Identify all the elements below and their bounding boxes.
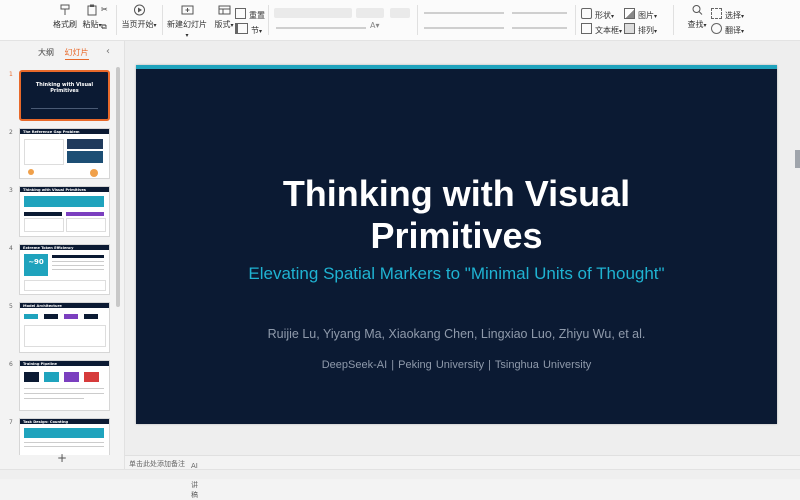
play-icon	[133, 4, 145, 16]
slide-accent-bar	[136, 65, 777, 69]
new-slide-button[interactable]: 新建幻灯片▾	[166, 0, 208, 39]
layout-icon	[218, 5, 230, 15]
tab-slides[interactable]: 幻灯片	[64, 47, 89, 60]
search-icon	[692, 5, 702, 15]
find-button[interactable]: 查找▾	[680, 0, 714, 30]
paragraph-list-buttons[interactable]	[424, 12, 504, 14]
slide-thumbnail-row[interactable]: 2 The Reference Gap Problem	[0, 128, 116, 179]
copy-icon[interactable]: ⧉	[101, 22, 107, 32]
slide-thumbnail-row[interactable]: 3 Thinking with Visual Primitives	[0, 186, 116, 237]
translate-icon	[711, 23, 722, 34]
slide-thumbnail-2[interactable]: The Reference Gap Problem	[19, 128, 110, 179]
slide-affiliations[interactable]: DeepSeek-AI | Peking University | Tsingh…	[136, 359, 777, 371]
current-slide[interactable]: Thinking with Visual Primitives Elevatin…	[136, 65, 777, 424]
slide-thumbnail-list: 1 Thinking with Visual Primitives 2 The …	[0, 67, 116, 455]
font-style-buttons[interactable]	[276, 27, 366, 29]
font-size-field[interactable]	[356, 8, 384, 18]
cut-icon[interactable]: ✂	[101, 5, 108, 14]
notes-placeholder[interactable]: 单击此处添加备注	[129, 459, 185, 469]
select-button[interactable]: 选择▾	[711, 8, 744, 21]
reset-icon	[235, 8, 246, 19]
slide-authors[interactable]: Ruijie Lu, Yiyang Ma, Xiaokang Chen, Lin…	[136, 327, 777, 341]
thumb-title: Thinking with Visual Primitives	[35, 82, 94, 94]
editor-scrollbar[interactable]	[795, 150, 800, 168]
slide-navigation-pane: 大纲 幻灯片 ‹ 1 Thinking with Visual Primitiv…	[0, 41, 125, 469]
font-size-stepper[interactable]	[390, 8, 410, 18]
format-painter-icon	[60, 4, 69, 15]
slide-title[interactable]: Thinking with Visual Primitives	[136, 173, 777, 257]
slide-thumbnail-row[interactable]: 1 Thinking with Visual Primitives	[0, 70, 116, 121]
select-icon	[711, 8, 722, 19]
slide-editor: Thinking with Visual Primitives Elevatin…	[125, 41, 800, 455]
slide-thumbnail-row[interactable]: 6 Training Pipeline	[0, 360, 116, 411]
picture-button[interactable]: 图片▾	[624, 8, 657, 21]
paragraph-align-buttons[interactable]	[424, 27, 504, 29]
slide-thumbnail-row[interactable]: 7 Task Design: Counting	[0, 418, 116, 455]
add-slide-icon[interactable]: +	[57, 451, 67, 465]
tab-outline[interactable]: 大纲	[38, 47, 54, 58]
arrange-icon	[624, 23, 635, 34]
shape-icon	[581, 8, 592, 19]
shape-button[interactable]: 形状▾	[581, 8, 614, 21]
picture-icon	[624, 8, 635, 19]
thumb-stat: ~90	[24, 254, 48, 276]
section-button[interactable]: 节▾	[235, 23, 262, 36]
font-color-icon[interactable]: A▾	[370, 21, 380, 30]
slide-subtitle[interactable]: Elevating Spatial Markers to "Minimal Un…	[136, 264, 777, 284]
pane-tabs: 大纲 幻灯片	[38, 47, 97, 60]
thumbnail-scrollbar[interactable]	[116, 67, 120, 307]
notes-bar: 单击此处添加备注 AI 演讲稿	[125, 455, 800, 499]
translate-button[interactable]: 翻译▾	[711, 23, 744, 36]
font-name-field[interactable]	[274, 8, 352, 18]
slide-thumbnail-4[interactable]: Extreme Token Efficiency ~90	[19, 244, 110, 295]
ribbon-toolbar: 格式刷 粘贴▾ ✂ ⧉ 当页开始▾ 新建幻灯片▾ 版式▾ 重置 节▾ A▾ 形状…	[0, 0, 800, 41]
slide-thumbnail-row[interactable]: 5 Model Architecture	[0, 302, 116, 353]
reset-button[interactable]: 重置	[235, 8, 265, 21]
slide-thumbnail-6[interactable]: Training Pipeline	[19, 360, 110, 411]
section-icon	[235, 23, 248, 34]
slide-thumbnail-7[interactable]: Task Design: Counting	[19, 418, 110, 455]
textbox-icon	[581, 23, 592, 34]
ai-notes-label: AI 演讲稿	[191, 462, 198, 499]
slide-thumbnail-3[interactable]: Thinking with Visual Primitives	[19, 186, 110, 237]
text-direction-buttons[interactable]	[512, 27, 567, 29]
new-slide-icon	[181, 5, 193, 15]
collapse-pane-icon[interactable]: ‹	[106, 46, 110, 57]
play-from-current-button[interactable]: 当页开始▾	[120, 0, 158, 30]
paste-icon	[87, 4, 96, 16]
slide-thumbnail-1[interactable]: Thinking with Visual Primitives	[19, 70, 110, 121]
paragraph-extra-buttons[interactable]	[512, 12, 567, 14]
arrange-button[interactable]: 排列▾	[624, 23, 657, 36]
textbox-button[interactable]: 文本框▾	[581, 23, 622, 36]
slide-thumbnail-row[interactable]: 4 Extreme Token Efficiency ~90	[0, 244, 116, 295]
slide-thumbnail-5[interactable]: Model Architecture	[19, 302, 110, 353]
